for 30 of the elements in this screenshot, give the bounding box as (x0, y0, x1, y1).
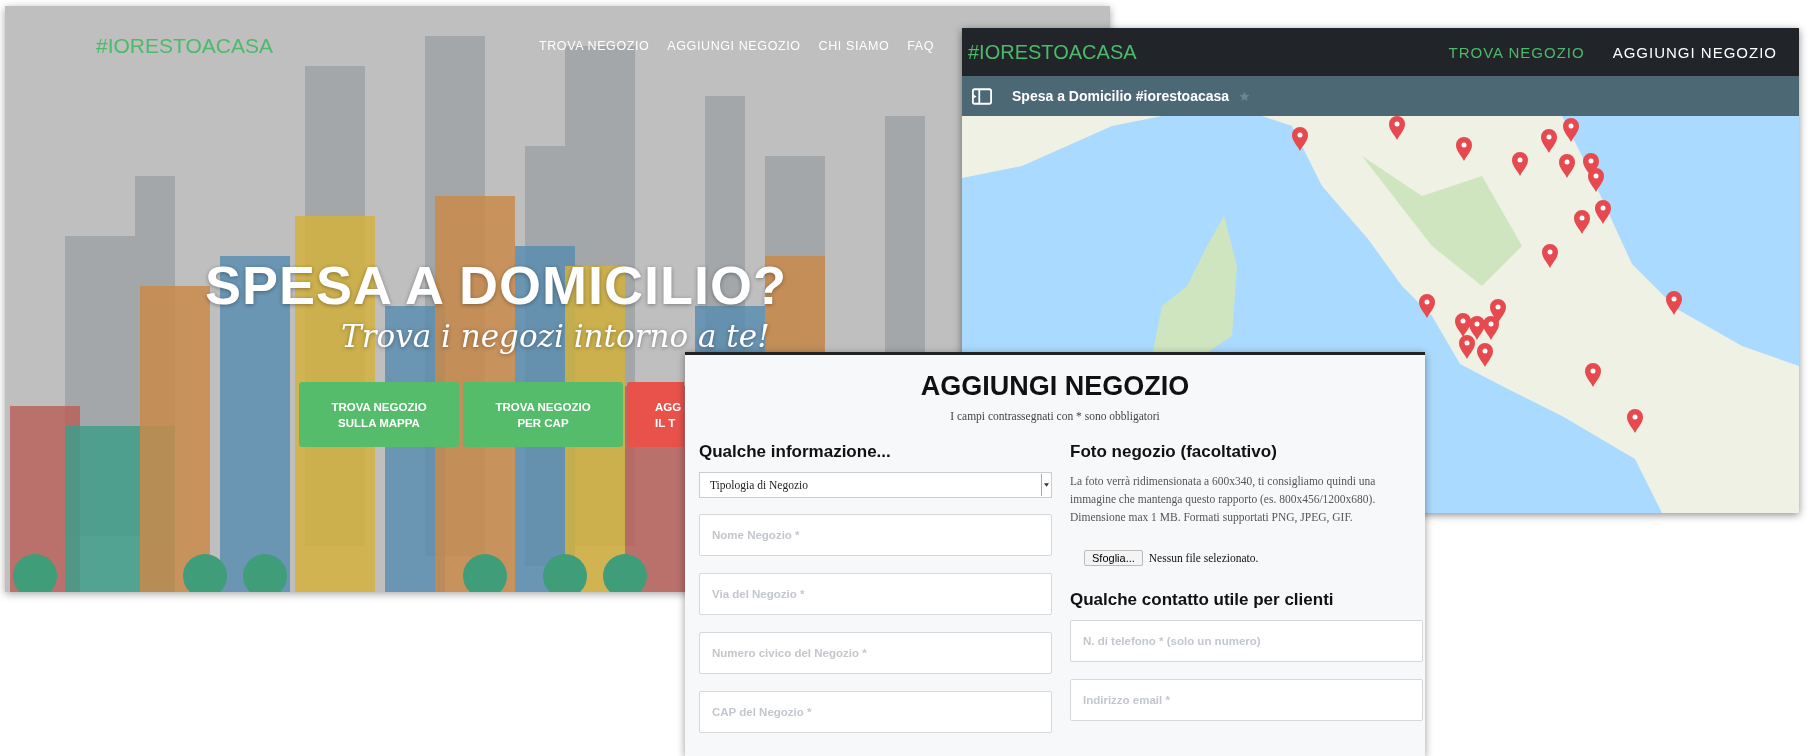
browse-button[interactable]: Sfoglia... (1084, 550, 1143, 566)
nav-link[interactable]: AGGIUNGI NEGOZIO (667, 39, 801, 53)
form-note: I campi contrassegnati con * sono obbligatori (949, 410, 1161, 422)
site-logo[interactable]: #IORESTOACASA (96, 34, 539, 58)
cta-button[interactable]: TROVA NEGOZIO PER CAP (463, 382, 623, 447)
input-field[interactable]: Via del Negozio * (699, 573, 1052, 615)
star-icon[interactable] (1239, 90, 1251, 102)
nav-link[interactable]: CHI SIAMO (818, 39, 890, 53)
shop-type-select[interactable]: Tipologia di Negozio (699, 472, 1052, 498)
nav-link[interactable]: AGGIUNGI NEGOZIO (1612, 43, 1777, 61)
section-heading: Foto negozio (facoltativo) (1070, 442, 1278, 462)
input-field[interactable]: Indirizzo email * (1070, 679, 1423, 721)
input-field[interactable]: N. di telefono * (solo un numero) (1070, 620, 1423, 662)
cta-button[interactable]: TROVA NEGOZIO SULLA MAPPA (299, 382, 459, 447)
section-heading: Qualche contatto utile per clienti (1070, 590, 1335, 610)
site-logo[interactable]: #IORESTOACASA (968, 40, 1137, 64)
nav-link[interactable]: TROVA NEGOZIO (539, 39, 650, 53)
input-field[interactable]: Numero civico del Negozio * (699, 632, 1052, 674)
map-title: Spesa a Domicilio #iorestoacasa (1012, 88, 1230, 104)
photo-note: La foto verrà ridimensionata a 600x340, ti consigliamo quindi una immagine che mantenga questo rapporto (es. 800x456/1200x680). Dimensione max 1 MB. Formati supportati PNG, JPEG, GIF. (1070, 474, 1377, 526)
nav-link[interactable]: FAQ (907, 39, 935, 53)
file-status: Nessun file selezionato. (1148, 552, 1259, 564)
input-field[interactable]: CAP del Negozio * (699, 691, 1052, 733)
section-heading: Qualche informazione... (699, 442, 892, 462)
form-title: AGGIUNGI NEGOZIO (919, 371, 1191, 402)
cta-button[interactable]: AGG IL T (627, 382, 684, 447)
nav-link[interactable]: TROVA NEGOZIO (1448, 43, 1585, 61)
sidebar-toggle-icon[interactable] (972, 87, 992, 105)
caret-icon (1044, 483, 1049, 487)
input-field[interactable]: Nome Negozio * (699, 514, 1052, 556)
